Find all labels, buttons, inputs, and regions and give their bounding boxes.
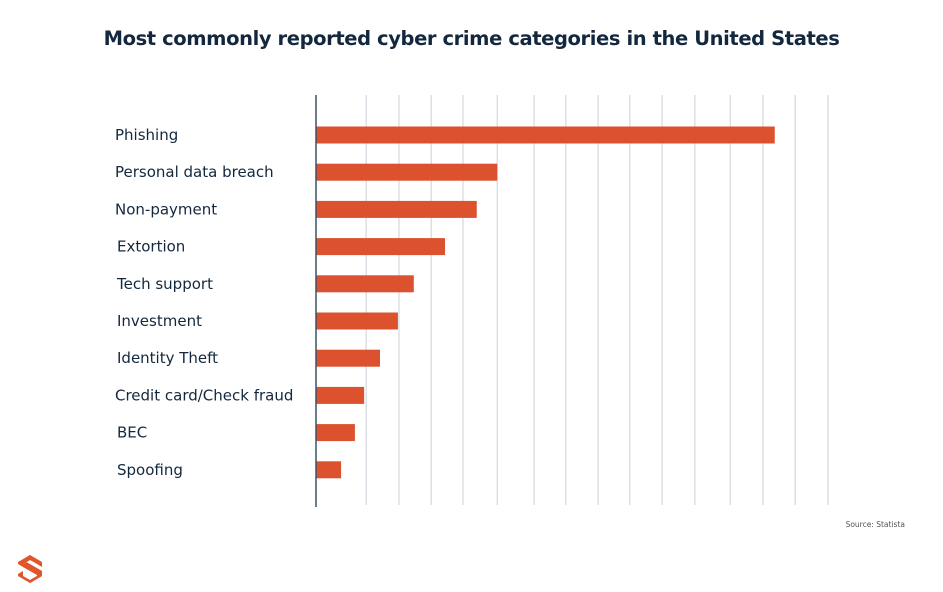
bar-credit-card-check-fraud — [316, 386, 365, 404]
category-label: Extortion — [117, 238, 185, 256]
category-label: Personal data breach — [115, 163, 274, 181]
category-label: Spoofing — [117, 461, 183, 479]
category-label: BEC — [117, 424, 147, 442]
bar-non-payment — [316, 200, 477, 218]
bars — [316, 126, 775, 479]
bar-investment — [316, 312, 398, 330]
category-label: Investment — [117, 312, 202, 330]
bar-spoofing — [316, 461, 342, 479]
bar-tech-support — [316, 275, 414, 293]
category-label: Phishing — [115, 126, 178, 144]
category-labels: Phishing Personal data breach Non-payment E… — [115, 126, 293, 479]
bar-extortion — [316, 238, 446, 256]
brand-logo-icon — [18, 555, 42, 583]
source-note: Source: Statista — [845, 520, 905, 529]
bar-personal-data-breach — [316, 163, 498, 181]
bar-bec — [316, 424, 355, 442]
category-label: Identity Theft — [117, 349, 218, 367]
category-label: Tech support — [116, 275, 213, 293]
bar-chart: Phishing Personal data breach Non-payment E… — [115, 95, 829, 507]
bar-phishing — [316, 126, 775, 144]
bar-identity-theft — [316, 349, 380, 367]
category-label: Non-payment — [115, 200, 217, 218]
category-label: Credit card/Check fraud — [115, 386, 293, 404]
gridlines — [365, 95, 829, 505]
